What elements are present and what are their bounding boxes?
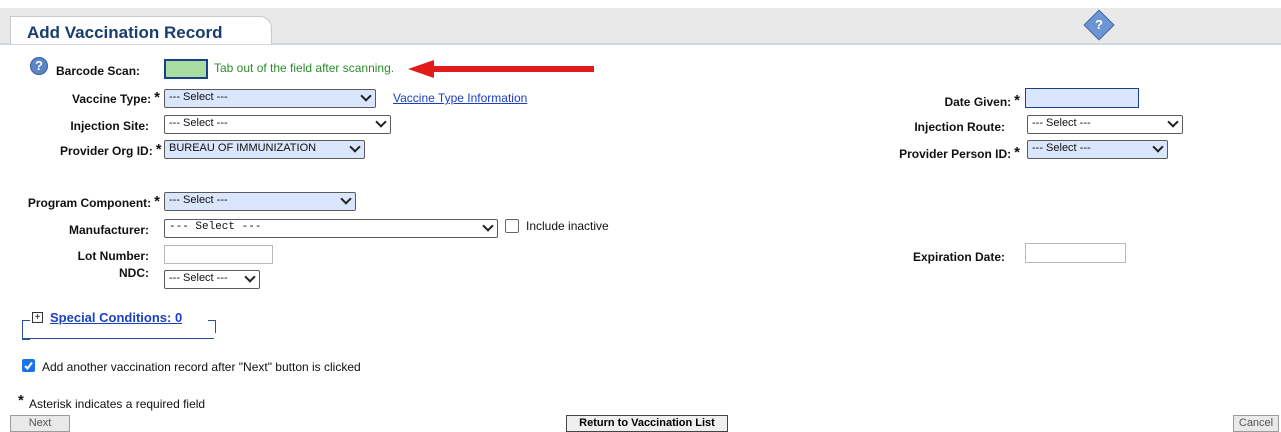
bracket-left: [22, 320, 30, 340]
return-to-list-button[interactable]: Return to Vaccination List: [566, 415, 728, 432]
checkmark-icon: [24, 361, 33, 371]
page-title: Add Vaccination Record: [10, 16, 272, 44]
lot-number-input[interactable]: [164, 245, 273, 264]
help-glyph: ?: [1095, 17, 1103, 32]
ndc-select[interactable]: --- Select ---: [164, 270, 260, 289]
add-another-checkbox[interactable]: [22, 359, 35, 372]
footnote-text: Asterisk indicates a required field: [29, 397, 206, 411]
provider-person-label: Provider Person ID: *: [899, 144, 1020, 161]
injection-route-select[interactable]: --- Select ---: [1027, 115, 1183, 134]
date-given-label: Date Given: *: [944, 92, 1020, 109]
question-circle-icon[interactable]: ?: [30, 57, 48, 75]
injection-route-label: Injection Route:: [914, 120, 1005, 134]
barcode-input[interactable]: [164, 59, 208, 79]
bracket-right: [208, 320, 216, 333]
expiration-date-label: Expiration Date:: [912, 250, 1005, 264]
next-button[interactable]: Next: [10, 415, 70, 432]
provider-person-select[interactable]: --- Select ---: [1027, 140, 1168, 159]
ndc-label: NDC:: [119, 266, 149, 280]
expand-plus-icon[interactable]: +: [32, 312, 43, 323]
add-another-label: Add another vaccination record after "Ne…: [42, 360, 361, 374]
barcode-hint: Tab out of the field after scanning.: [214, 61, 395, 75]
red-arrow-icon: [408, 60, 594, 78]
manufacturer-select[interactable]: --- Select ---: [164, 219, 498, 238]
date-given-input[interactable]: [1025, 88, 1139, 108]
bracket-bottom: [22, 338, 214, 339]
barcode-label: Barcode Scan:: [56, 64, 141, 78]
provider-org-label: Provider Org ID: *: [60, 141, 162, 158]
program-component-label: Program Component: *: [27, 193, 160, 210]
expiration-date-input[interactable]: [1025, 243, 1126, 263]
manufacturer-label: Manufacturer:: [68, 223, 149, 237]
include-inactive-checkbox[interactable]: [505, 219, 519, 233]
cancel-button[interactable]: Cancel: [1233, 415, 1279, 432]
provider-org-select[interactable]: BUREAU OF IMMUNIZATION: [164, 140, 365, 159]
lot-number-label: Lot Number:: [77, 249, 149, 263]
injection-site-select[interactable]: --- Select ---: [164, 115, 391, 134]
program-component-select[interactable]: --- Select ---: [164, 192, 356, 211]
vaccine-type-info-link[interactable]: Vaccine Type Information: [393, 91, 527, 105]
injection-site-label: Injection Site:: [70, 119, 149, 133]
special-conditions-link[interactable]: Special Conditions: 0: [50, 310, 182, 325]
include-inactive-label: Include inactive: [526, 219, 609, 233]
vaccine-type-select[interactable]: --- Select ---: [164, 89, 376, 108]
vaccine-type-label: Vaccine Type: *: [72, 89, 160, 106]
footnote-star: *: [18, 392, 24, 409]
